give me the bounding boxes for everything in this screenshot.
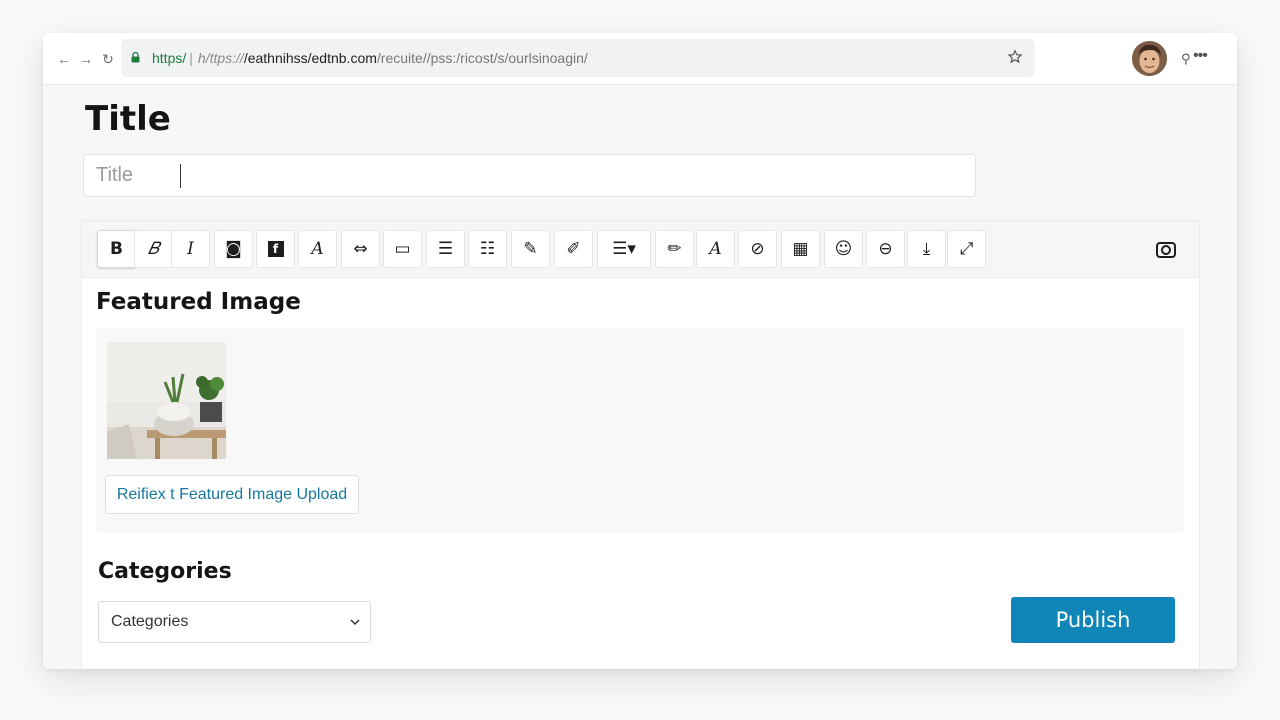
featured-image-thumbnail[interactable] xyxy=(107,342,226,459)
url-divider: | xyxy=(189,50,193,66)
download-icon[interactable]: ⤓ xyxy=(907,230,946,268)
url-scheme: https xyxy=(152,50,183,66)
categories-select[interactable]: Categories xyxy=(98,601,371,643)
url-prefix: h/ttps:// xyxy=(197,50,244,66)
post-editor: B 𝐵 I ◙ f A ⇔ ▭ ☰ ☷ ✎ ✐ ☰▾ ✏ A ⊘ ▦ ☺ ⊖ ⤓… xyxy=(81,220,1200,669)
text-caret xyxy=(180,164,181,188)
list-dropdown-icon[interactable]: ☰▾ xyxy=(597,230,651,268)
highlight-icon[interactable]: ✎ xyxy=(511,230,550,268)
publish-button[interactable]: Publish xyxy=(1011,597,1175,643)
strike-icon[interactable]: ⇔ xyxy=(341,230,380,268)
table-icon[interactable]: ▦ xyxy=(781,230,820,268)
back-arrow-icon[interactable]: ← xyxy=(55,50,73,68)
url-text[interactable]: https/| h/ttps:///eathnihss/edtnb.com/rec… xyxy=(152,50,588,66)
browser-window: ← → ↻ https/| h/ttps:///eathnihss/edtnb.c… xyxy=(43,33,1237,669)
formatting-toolbar: B 𝐵 I ◙ f A ⇔ ▭ ☰ ☷ ✎ ✐ ☰▾ ✏ A ⊘ ▦ ☺ ⊖ ⤓… xyxy=(82,221,1199,278)
avatar[interactable] xyxy=(1132,41,1167,76)
card-icon[interactable]: ▭ xyxy=(383,230,422,268)
browser-toolbar: ← → ↻ https/| h/ttps:///eathnihss/edtnb.c… xyxy=(43,33,1237,85)
url-path: /recuite//pss:/ricost/s/ourlsinoagin/ xyxy=(376,50,588,66)
more-options-icon[interactable]: ••• xyxy=(1193,47,1208,65)
extension-icon[interactable]: ⚲ xyxy=(1181,51,1191,67)
address-bar[interactable]: https/| h/ttps:///eathnihss/edtnb.com/rec… xyxy=(121,39,1035,77)
lock-icon xyxy=(131,52,140,63)
categories-selected-value: Categories xyxy=(111,613,189,630)
bookmark-star-icon[interactable] xyxy=(1007,49,1023,65)
pen-icon[interactable]: ✏ xyxy=(655,230,694,268)
expand-icon[interactable]: ⤢ xyxy=(947,230,986,268)
reload-icon[interactable]: ↻ xyxy=(99,50,117,68)
facebook-glyph: f xyxy=(267,241,284,257)
url-scheme-separator: / xyxy=(182,50,187,66)
featured-image-panel: Reifiex t Featured Image Upload xyxy=(96,328,1184,533)
url-host: /eathnihss/edtnb.com xyxy=(243,50,377,66)
italic-icon[interactable]: I xyxy=(171,230,210,268)
facebook-icon[interactable]: f xyxy=(256,230,295,268)
avatar-face-icon xyxy=(1132,41,1167,76)
marker-icon[interactable]: ✐ xyxy=(554,230,593,268)
title-input[interactable] xyxy=(83,154,976,197)
page-title: Title xyxy=(85,99,171,139)
featured-image-heading: Featured Image xyxy=(96,289,301,315)
script-icon[interactable]: A xyxy=(298,230,337,268)
embed-icon[interactable]: ◙ xyxy=(214,230,253,268)
chevron-down-icon xyxy=(350,619,360,626)
checklist-icon[interactable]: ☷ xyxy=(468,230,507,268)
link-icon[interactable]: ⊘ xyxy=(738,230,777,268)
settings-icon[interactable] xyxy=(1155,239,1177,261)
categories-heading: Categories xyxy=(98,559,232,584)
emoji-icon[interactable]: ☺ xyxy=(824,230,863,268)
script-alt-icon[interactable]: A xyxy=(696,230,735,268)
bold-icon[interactable]: B xyxy=(97,230,136,268)
list-icon[interactable]: ☰ xyxy=(426,230,465,268)
clear-formatting-icon[interactable]: ⊖ xyxy=(866,230,905,268)
forward-arrow-icon[interactable]: → xyxy=(77,50,95,68)
plant-image-icon xyxy=(107,342,226,459)
featured-image-upload-button[interactable]: Reifiex t Featured Image Upload xyxy=(105,475,359,514)
italic-outline-icon[interactable]: 𝐵 xyxy=(134,230,173,268)
